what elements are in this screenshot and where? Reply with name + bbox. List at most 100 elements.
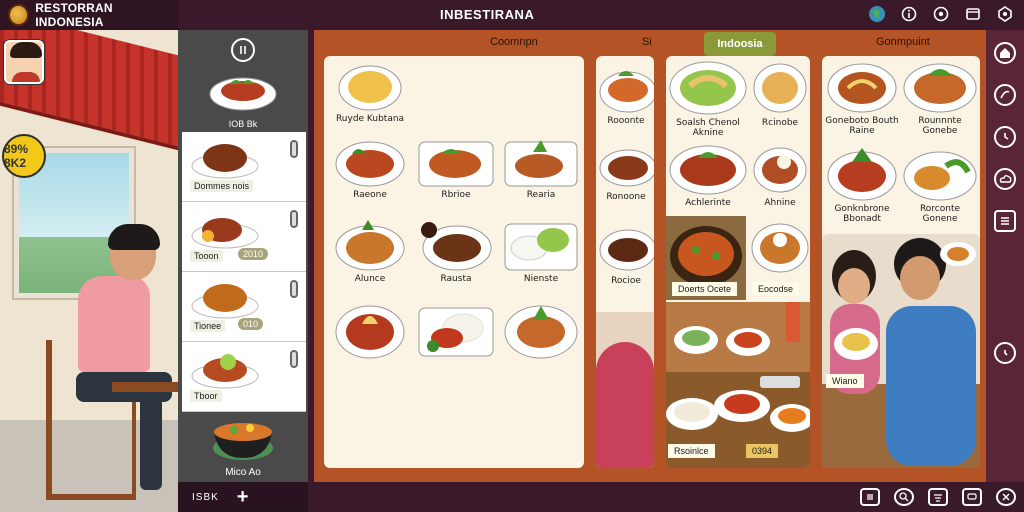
dish-column-card: Soalsh Chenol Aknine Rcinobe Achlerinte … bbox=[666, 56, 810, 468]
side-dish-item[interactable]: Tionee 010 bbox=[182, 272, 306, 342]
person-hair bbox=[108, 224, 160, 250]
app-title: INBESTIRANA bbox=[440, 7, 535, 22]
diner-photo bbox=[596, 312, 654, 468]
dish-price-pill: 2010 bbox=[238, 248, 269, 260]
add-button[interactable]: + bbox=[237, 486, 249, 509]
dish-card[interactable]: Ruyde Kubtana bbox=[332, 62, 408, 124]
dish-plate-icon bbox=[418, 141, 494, 187]
dish-card[interactable]: Rooonte bbox=[598, 62, 654, 126]
side-dish-item[interactable]: Dommes nois bbox=[182, 132, 306, 202]
dish-plate-icon bbox=[421, 222, 492, 271]
stack-icon[interactable] bbox=[928, 488, 948, 506]
tab-gonmpuint[interactable]: Gonmpuint bbox=[876, 36, 930, 48]
featured-bowl[interactable]: Mico Ao bbox=[200, 408, 286, 488]
dish-photo[interactable]: Doerts Ocete bbox=[666, 216, 746, 300]
settings-icon[interactable] bbox=[932, 5, 950, 23]
featured-dish-label: IOB Bk bbox=[228, 119, 258, 129]
dish-plate-icon bbox=[504, 223, 578, 271]
dish-label: Dommes nois bbox=[190, 180, 254, 192]
sidebar-footer: ISBK + bbox=[178, 482, 308, 512]
dish-card[interactable]: Rearia bbox=[502, 136, 580, 200]
info-icon[interactable] bbox=[900, 5, 918, 23]
restaurant-illustration: 89% 8K2 bbox=[0, 30, 178, 512]
dish-name: Ahnine bbox=[764, 198, 796, 208]
dish-card[interactable]: Rorconte Gonene bbox=[902, 144, 978, 224]
tab-company[interactable]: Coomnpn bbox=[490, 36, 538, 48]
list-icon[interactable] bbox=[994, 210, 1016, 232]
dish-name: Nienste bbox=[523, 274, 559, 284]
dish-plate-icon bbox=[338, 65, 402, 111]
restaurant-logo-icon bbox=[8, 4, 30, 26]
side-dish-item[interactable]: Tboor bbox=[182, 342, 306, 412]
dish-toggle[interactable] bbox=[290, 280, 298, 298]
person-shirt bbox=[78, 276, 150, 372]
dish-name: Rausta bbox=[440, 274, 472, 284]
dish-toggle[interactable] bbox=[290, 210, 298, 228]
top-bar: RESTORRAN INDONESIA INBESTIRANA bbox=[0, 0, 1024, 30]
dish-card[interactable] bbox=[502, 300, 580, 360]
dish-plate-icon bbox=[504, 140, 578, 187]
dish-plate-icon bbox=[599, 229, 654, 271]
dish-plate-icon bbox=[191, 354, 259, 389]
dish-card[interactable]: Nienste bbox=[502, 216, 580, 284]
dish-card[interactable]: Raeone bbox=[332, 136, 408, 200]
dish-card[interactable] bbox=[332, 300, 408, 360]
dish-card[interactable]: Achlerinte bbox=[668, 140, 748, 208]
top-icon-group bbox=[868, 5, 1014, 23]
dish-card[interactable]: Soalsh Chenol Aknine bbox=[668, 58, 748, 138]
menu-sidebar: IOB Bk Dommes nois Tooon 2010 Tionee 010… bbox=[178, 30, 308, 482]
dish-card[interactable]: Rcinobe bbox=[752, 58, 808, 128]
dish-card[interactable]: Rausta bbox=[416, 216, 496, 284]
dish-photo[interactable]: Eocodse bbox=[750, 216, 810, 300]
globe-icon[interactable] bbox=[868, 5, 886, 23]
user-icon[interactable] bbox=[996, 5, 1014, 23]
dish-card[interactable]: Rounnnte Gonebe bbox=[902, 58, 978, 136]
sidebar-logo-icon[interactable] bbox=[231, 38, 255, 62]
window-icon[interactable] bbox=[964, 5, 982, 23]
dish-plate-icon bbox=[827, 63, 897, 113]
dining-table-photo: Rsoinlce 0394 bbox=[666, 302, 810, 468]
bowl-icon bbox=[213, 423, 273, 460]
cloud-icon[interactable] bbox=[994, 168, 1016, 190]
dish-card[interactable]: Ahnine bbox=[752, 140, 808, 208]
sidebar-footer-label: ISBK bbox=[192, 491, 219, 503]
doc-icon[interactable] bbox=[860, 488, 880, 506]
timer-icon[interactable] bbox=[994, 342, 1016, 364]
dish-card[interactable]: Alunce bbox=[332, 216, 408, 284]
desk bbox=[112, 382, 178, 392]
diners-illustration bbox=[822, 238, 980, 468]
dish-card[interactable]: Rocioe bbox=[598, 222, 654, 286]
dish-grid-card: Ruyde Kubtana Raeone Rbrioe Rearia Alunc… bbox=[324, 56, 584, 468]
bowl-label: Mico Ao bbox=[225, 467, 261, 478]
tab-si[interactable]: Si bbox=[642, 36, 652, 48]
dish-card[interactable]: Goneboto Bouth Raine bbox=[824, 58, 900, 136]
dish-name: Rearia bbox=[526, 190, 556, 200]
dish-name: Ronoone bbox=[606, 192, 646, 202]
brand[interactable]: RESTORRAN INDONESIA bbox=[0, 0, 178, 30]
share-icon[interactable] bbox=[994, 84, 1016, 106]
avatar[interactable] bbox=[4, 40, 44, 84]
side-dish-list: Dommes nois Tooon 2010 Tionee 010 Tboor bbox=[182, 132, 306, 412]
promo-badge[interactable]: 89% 8K2 bbox=[2, 134, 46, 178]
side-dish-item[interactable]: Tooon 2010 bbox=[182, 202, 306, 272]
dish-plate-icon bbox=[191, 144, 259, 179]
dish-toggle[interactable] bbox=[290, 350, 298, 368]
close-icon[interactable] bbox=[996, 488, 1016, 506]
dish-toggle[interactable] bbox=[290, 140, 298, 158]
dish-name: Ruyde Kubtana bbox=[335, 114, 405, 124]
tab-indonesia[interactable]: Indoosia bbox=[704, 32, 776, 56]
clock-icon[interactable] bbox=[994, 126, 1016, 148]
bottom-icon-group bbox=[860, 488, 1016, 506]
search-icon[interactable] bbox=[894, 488, 914, 506]
dish-name: Alunce bbox=[354, 274, 386, 284]
dish-card[interactable]: Ronoone bbox=[598, 142, 654, 202]
chat-icon[interactable] bbox=[962, 488, 982, 506]
dish-label: Tboor bbox=[190, 390, 222, 402]
dish-card[interactable]: Rbrioe bbox=[416, 136, 496, 200]
home-icon[interactable] bbox=[994, 42, 1016, 64]
dish-column-card: Rooonte Ronoone Rocioe bbox=[596, 56, 654, 468]
dish-plate-icon bbox=[903, 151, 977, 201]
dish-name: Rcinobe bbox=[761, 118, 799, 128]
dish-card[interactable] bbox=[416, 300, 496, 360]
dish-card[interactable]: Gonknbrone Bbonadt bbox=[824, 144, 900, 224]
